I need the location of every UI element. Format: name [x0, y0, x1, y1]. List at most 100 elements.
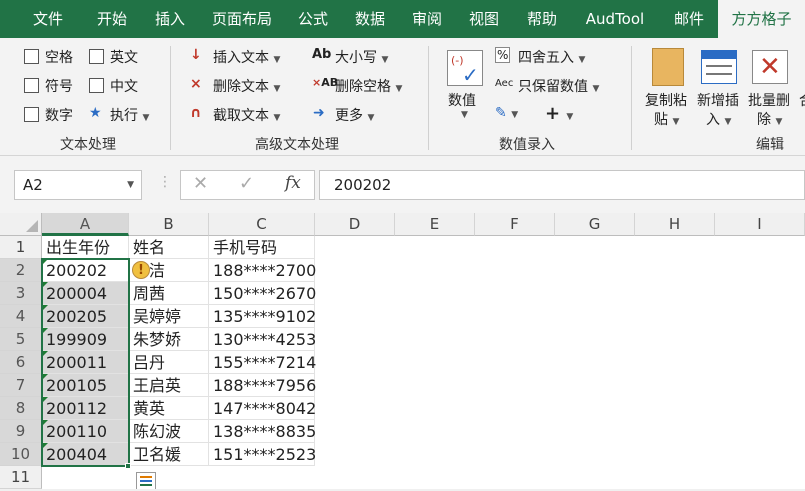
cell-c2[interactable]: 188****2700 — [209, 259, 316, 282]
row-header-11[interactable]: 11 — [0, 466, 42, 489]
column-header-I[interactable]: I — [715, 213, 805, 236]
name-box[interactable]: A2 ▼ — [14, 170, 142, 200]
fill-handle[interactable] — [125, 463, 131, 469]
ribbon: 空格 英文 符号 中文 数字 ★ 执行 ▼ 文本处理 ↓ 插入文本 ▼ × 删除… — [0, 38, 805, 156]
tab-formulas[interactable]: 公式 — [293, 0, 333, 38]
chinese-checkbox[interactable] — [89, 78, 104, 93]
formula-input[interactable]: 200202 — [319, 170, 805, 200]
tab-page-layout[interactable]: 页面布局 — [205, 0, 279, 38]
cell-c10[interactable]: 151****2523 — [209, 443, 316, 466]
tab-audtool[interactable]: AudTool — [578, 0, 652, 38]
english-checkbox[interactable] — [89, 49, 104, 64]
error-warning-icon[interactable]: ! — [132, 261, 150, 279]
group-label-numeric-entry: 数值录入 — [499, 137, 555, 153]
column-header-F[interactable]: F — [475, 213, 555, 236]
tab-mail[interactable]: 邮件 — [667, 0, 711, 38]
cell-b9[interactable]: 陈幻波 — [129, 420, 209, 443]
number-checkbox[interactable] — [24, 107, 39, 122]
row-header-6[interactable]: 6 — [0, 351, 42, 374]
column-header-B[interactable]: B — [129, 213, 209, 236]
tab-file[interactable]: 文件 — [28, 0, 68, 38]
execute-star-icon[interactable]: ★ — [89, 105, 102, 121]
cell-c5[interactable]: 130****4253 — [209, 328, 316, 351]
add-insert-button[interactable]: 新增插 — [697, 90, 739, 110]
cell-c6[interactable]: 155****7214 — [209, 351, 316, 374]
cell-b5[interactable]: 朱梦娇 — [129, 328, 209, 351]
english-label: 英文 — [110, 50, 138, 66]
row-header-4[interactable]: 4 — [0, 305, 42, 328]
column-header-D[interactable]: D — [315, 213, 395, 236]
chevron-down-icon: ▼ — [127, 180, 134, 190]
arrow-right-icon: ➜ — [313, 105, 325, 121]
tab-view[interactable]: 视图 — [463, 0, 505, 38]
row-header-7[interactable]: 7 — [0, 374, 42, 397]
space-label: 空格 — [45, 50, 73, 66]
row-header-1[interactable]: 1 — [0, 236, 42, 259]
cell-c4[interactable]: 135****9102 — [209, 305, 316, 328]
space-checkbox[interactable] — [24, 49, 39, 64]
cell-c1[interactable]: 手机号码 — [209, 236, 315, 259]
column-header-E[interactable]: E — [395, 213, 475, 236]
formula-bar: A2 ▼ ⋮ ✕ ✓ fx 200202 — [0, 156, 805, 213]
cell-c3[interactable]: 150****2670 — [209, 282, 316, 305]
drag-handle-icon[interactable]: ⋮ — [158, 174, 172, 190]
cell-b10[interactable]: 卫名媛 — [129, 443, 209, 466]
column-header-H[interactable]: H — [635, 213, 715, 236]
insert-function-icon[interactable]: fx — [285, 173, 301, 193]
row-header-8[interactable]: 8 — [0, 397, 42, 420]
cell-b3[interactable]: 周茜 — [129, 282, 209, 305]
tab-data[interactable]: 数据 — [349, 0, 391, 38]
row-header-3[interactable]: 3 — [0, 282, 42, 305]
execute-button[interactable]: 执行 ▼ — [110, 105, 149, 125]
cell-b6[interactable]: 吕丹 — [129, 351, 209, 374]
cell-a1[interactable]: 出生年份 — [42, 236, 129, 259]
plus-icon[interactable]: + ▼ — [545, 103, 573, 124]
group-divider — [170, 46, 171, 150]
clipboard-icon — [652, 48, 684, 86]
cell-c7[interactable]: 188****7956 — [209, 374, 316, 397]
merge-button-partial[interactable]: 合 — [799, 90, 805, 110]
cell-b4[interactable]: 吴婷婷 — [129, 305, 209, 328]
column-header-G[interactable]: G — [555, 213, 635, 236]
edit-pen-icon[interactable]: ✎ ▼ — [495, 105, 518, 121]
tab-home[interactable]: 开始 — [90, 0, 134, 38]
row-header-5[interactable]: 5 — [0, 328, 42, 351]
numeric-button[interactable]: 数值 — [448, 90, 476, 110]
tab-insert[interactable]: 插入 — [148, 0, 192, 38]
column-header-A[interactable]: A — [42, 213, 129, 236]
ribbon-tab-bar: 文件 开始 插入 页面布局 公式 数据 审阅 视图 帮助 AudTool 邮件 … — [0, 0, 805, 38]
tab-help[interactable]: 帮助 — [520, 0, 564, 38]
tab-fangfanggezi[interactable]: 方方格子 — [718, 0, 805, 38]
quick-analysis-icon[interactable] — [136, 472, 156, 490]
column-header-C[interactable]: C — [209, 213, 315, 236]
batch-delete-icon: ✕ — [752, 50, 788, 84]
batch-delete-button[interactable]: 批量删 — [748, 90, 790, 110]
cell-c8[interactable]: 147****8042 — [209, 397, 316, 420]
keep-numeric-icon: Aec — [495, 78, 514, 89]
row-header-10[interactable]: 10 — [0, 443, 42, 466]
cell-c9[interactable]: 138****8835 — [209, 420, 316, 443]
row-header-9[interactable]: 9 — [0, 420, 42, 443]
tab-review[interactable]: 审阅 — [406, 0, 448, 38]
symbol-checkbox[interactable] — [24, 78, 39, 93]
copy-paste-button[interactable]: 复制粘 — [645, 90, 687, 110]
more-button[interactable]: 更多 ▼ — [335, 105, 374, 125]
cell-b7[interactable]: 王启英 — [129, 374, 209, 397]
delete-space-button[interactable]: 删除空格 ▼ — [335, 76, 402, 96]
cell-b1[interactable]: 姓名 — [129, 236, 209, 259]
insert-text-button[interactable]: 插入文本 ▼ — [213, 47, 280, 67]
enter-icon[interactable]: ✓ — [239, 173, 254, 194]
select-all-corner[interactable] — [0, 213, 42, 236]
row-header-2[interactable]: 2 — [0, 259, 42, 282]
delete-text-button[interactable]: 删除文本 ▼ — [213, 76, 280, 96]
cancel-icon[interactable]: ✕ — [193, 173, 208, 194]
cell-b8[interactable]: 黄英 — [129, 397, 209, 420]
copy-paste-label-2: 贴 ▼ — [654, 112, 680, 128]
chinese-label: 中文 — [110, 79, 138, 95]
case-button[interactable]: 大小写 ▼ — [335, 47, 388, 67]
keep-numeric-button[interactable]: 只保留数值 ▼ — [518, 76, 599, 96]
formula-buttons: ✕ ✓ fx — [180, 170, 315, 200]
extract-text-button[interactable]: 截取文本 ▼ — [213, 105, 280, 125]
round-button[interactable]: 四舍五入 ▼ — [518, 47, 585, 67]
case-icon: Ab — [312, 47, 332, 62]
